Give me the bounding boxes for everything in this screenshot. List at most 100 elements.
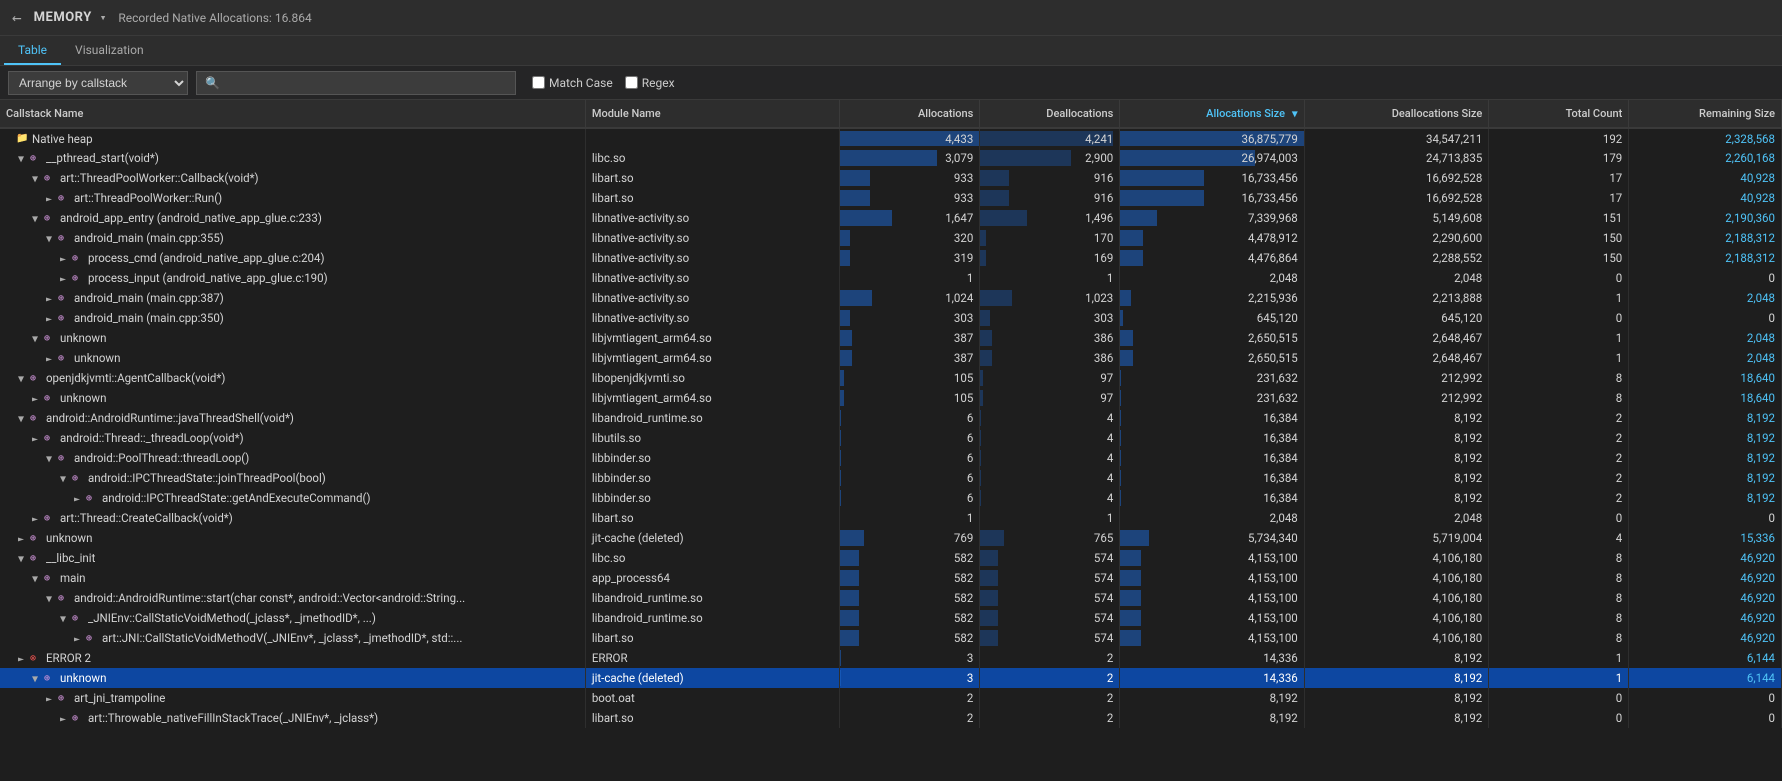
callstack-cell: ►⊕art::Throwable_nativeFillInStackTrace(… [0,708,585,728]
tree-toggle[interactable]: ► [74,494,86,505]
totalcount-cell: 8 [1489,548,1629,568]
tree-toggle[interactable]: ► [60,274,72,285]
col-header-module[interactable]: Module Name [585,100,840,128]
memory-dropdown[interactable]: ▾ [100,11,107,24]
col-header-callstack[interactable]: Callstack Name [0,100,585,128]
module-cell: libjvmtiagent_arm64.so [585,348,840,368]
search-input[interactable] [224,76,507,90]
tree-toggle[interactable]: ► [46,194,58,205]
table-row[interactable]: ▼⊕unknownlibjvmtiagent_arm64.so3873862,6… [0,328,1782,348]
table-row[interactable]: ►⊕art::ThreadPoolWorker::Run()libart.so9… [0,188,1782,208]
tree-toggle[interactable]: ▼ [60,474,72,485]
callstack-cell: ►⊕unknown [0,528,585,548]
allocsize-value: 36,875,779 [1126,132,1298,146]
tree-toggle[interactable]: ► [46,354,58,365]
deallocations-value: 386 [986,331,1113,345]
table-row[interactable]: ►⊕android::IPCThreadState::getAndExecute… [0,488,1782,508]
tree-toggle[interactable]: ▼ [32,334,44,345]
allocsize-cell: 7,339,968 [1120,208,1305,228]
table-row[interactable]: ►⊕art_jni_trampolineboot.oat228,1928,192… [0,688,1782,708]
match-case-checkbox[interactable] [532,76,545,89]
tree-toggle[interactable]: ▼ [60,614,72,625]
allocations-value: 3 [846,651,973,665]
tree-toggle[interactable]: ► [74,634,86,645]
tree-toggle[interactable]: ▼ [18,554,30,565]
table-row[interactable]: ►⊕art::Thread::CreateCallback(void*)liba… [0,508,1782,528]
table-row[interactable]: ►⊕art::Throwable_nativeFillInStackTrace(… [0,708,1782,728]
table-row[interactable]: ▼⊕android_app_entry (android_native_app_… [0,208,1782,228]
table-row[interactable]: ▼⊕android_main (main.cpp:355)libnative-a… [0,228,1782,248]
table-row[interactable]: ▼⊕unknownjit-cache (deleted)3214,3368,19… [0,668,1782,688]
tree-toggle[interactable]: ▼ [18,374,30,385]
table-row[interactable]: ▼⊕mainapp_process645825744,153,1004,106,… [0,568,1782,588]
table-row[interactable]: ▼⊕__libc_initlibc.so5825744,153,1004,106… [0,548,1782,568]
table-row[interactable]: ►⊕unknownjit-cache (deleted)7697655,734,… [0,528,1782,548]
deallocsize-cell: 4,106,180 [1304,608,1489,628]
table-row[interactable]: ►⊕android_main (main.cpp:350)libnative-a… [0,308,1782,328]
col-header-allocsize[interactable]: Allocations Size ▼ [1120,100,1305,128]
callstack-name: art_jni_trampoline [74,691,165,705]
allocsize-value: 4,153,100 [1126,631,1298,645]
tree-toggle[interactable]: ▼ [32,174,44,185]
col-header-remaining[interactable]: Remaining Size [1629,100,1782,128]
back-button[interactable]: ← [8,6,26,29]
table-row[interactable]: ▼⊕android::AndroidRuntime::start(char co… [0,588,1782,608]
table-row[interactable]: ▼⊕art::ThreadPoolWorker::Callback(void*)… [0,168,1782,188]
table-row[interactable]: ►⊕unknownlibjvmtiagent_arm64.so3873862,6… [0,348,1782,368]
tree-toggle[interactable]: ▼ [18,414,30,425]
tree-toggle[interactable]: ► [46,294,58,305]
col-header-totalcount[interactable]: Total Count [1489,100,1629,128]
allocations-value: 933 [846,171,973,185]
table-row[interactable]: ▼⊕android::PoolThread::threadLoop()libbi… [0,448,1782,468]
allocations-value: 1,647 [846,211,973,225]
tree-toggle[interactable]: ► [60,714,72,725]
table-row[interactable]: ►⊕art::JNI::CallStaticVoidMethodV(_JNIEn… [0,628,1782,648]
table-row[interactable]: ▼⊕android::IPCThreadState::joinThreadPoo… [0,468,1782,488]
tab-visualization[interactable]: Visualization [61,36,158,65]
tree-toggle[interactable]: ▼ [18,154,30,165]
deallocations-cell: 97 [980,368,1120,388]
table-row[interactable]: ►⊕android_main (main.cpp:387)libnative-a… [0,288,1782,308]
table-row[interactable]: ►⊕process_cmd (android_native_app_glue.c… [0,248,1782,268]
table-row[interactable]: ▼⊕android::AndroidRuntime::javaThreadShe… [0,408,1782,428]
tree-toggle[interactable]: ▼ [32,674,44,685]
table-row[interactable]: 📁Native heap4,4334,24136,875,77934,547,2… [0,128,1782,148]
module-cell: libnative-activity.so [585,208,840,228]
tree-toggle[interactable]: ▼ [32,574,44,585]
arrange-select[interactable]: Arrange by callstack [8,71,188,95]
regex-checkbox[interactable] [625,76,638,89]
table-row[interactable]: ►⊗ERROR 2ERROR3214,3368,19216,144 [0,648,1782,668]
tree-toggle[interactable]: ► [32,514,44,525]
table-row[interactable]: ▼⊕_JNIEnv::CallStaticVoidMethod(_jclass*… [0,608,1782,628]
allocsize-cell: 16,733,456 [1120,188,1305,208]
allocsize-value: 16,384 [1126,491,1298,505]
col-header-deallocsize[interactable]: Deallocations Size [1304,100,1489,128]
table-row[interactable]: ▼⊕openjdkjvmti::AgentCallback(void*)libo… [0,368,1782,388]
tree-toggle[interactable]: ► [32,434,44,445]
tree-toggle[interactable]: ▼ [46,234,58,245]
tree-toggle[interactable]: ► [46,694,58,705]
tree-toggle[interactable]: ► [60,254,72,265]
table-row[interactable]: ►⊕android::Thread::_threadLoop(void*)lib… [0,428,1782,448]
tree-toggle[interactable]: ▼ [46,454,58,465]
tree-toggle[interactable]: ► [46,314,58,325]
callstack-cell: ▼⊕android_main (main.cpp:355) [0,228,585,248]
totalcount-cell: 1 [1489,328,1629,348]
tree-toggle[interactable]: ▼ [46,594,58,605]
remaining-cell: 8,192 [1629,408,1782,428]
match-case-label[interactable]: Match Case [532,76,613,90]
tree-toggle[interactable]: ▼ [32,214,44,225]
col-header-alloc[interactable]: Allocations [840,100,980,128]
tab-table[interactable]: Table [4,36,61,65]
tree-toggle[interactable]: ► [32,394,44,405]
table-row[interactable]: ▼⊕__pthread_start(void*)libc.so3,0792,90… [0,148,1782,168]
regex-label[interactable]: Regex [625,76,675,90]
table-row[interactable]: ►⊕unknownlibjvmtiagent_arm64.so10597231,… [0,388,1782,408]
table-row[interactable]: ►⊕process_input (android_native_app_glue… [0,268,1782,288]
tree-toggle[interactable]: ► [18,654,30,665]
tree-toggle[interactable]: ► [18,534,30,545]
totalcount-cell: 1 [1489,348,1629,368]
col-header-dealloc[interactable]: Deallocations [980,100,1120,128]
allocations-value: 2 [846,691,973,705]
callstack-cell: ▼⊕unknown [0,668,585,688]
